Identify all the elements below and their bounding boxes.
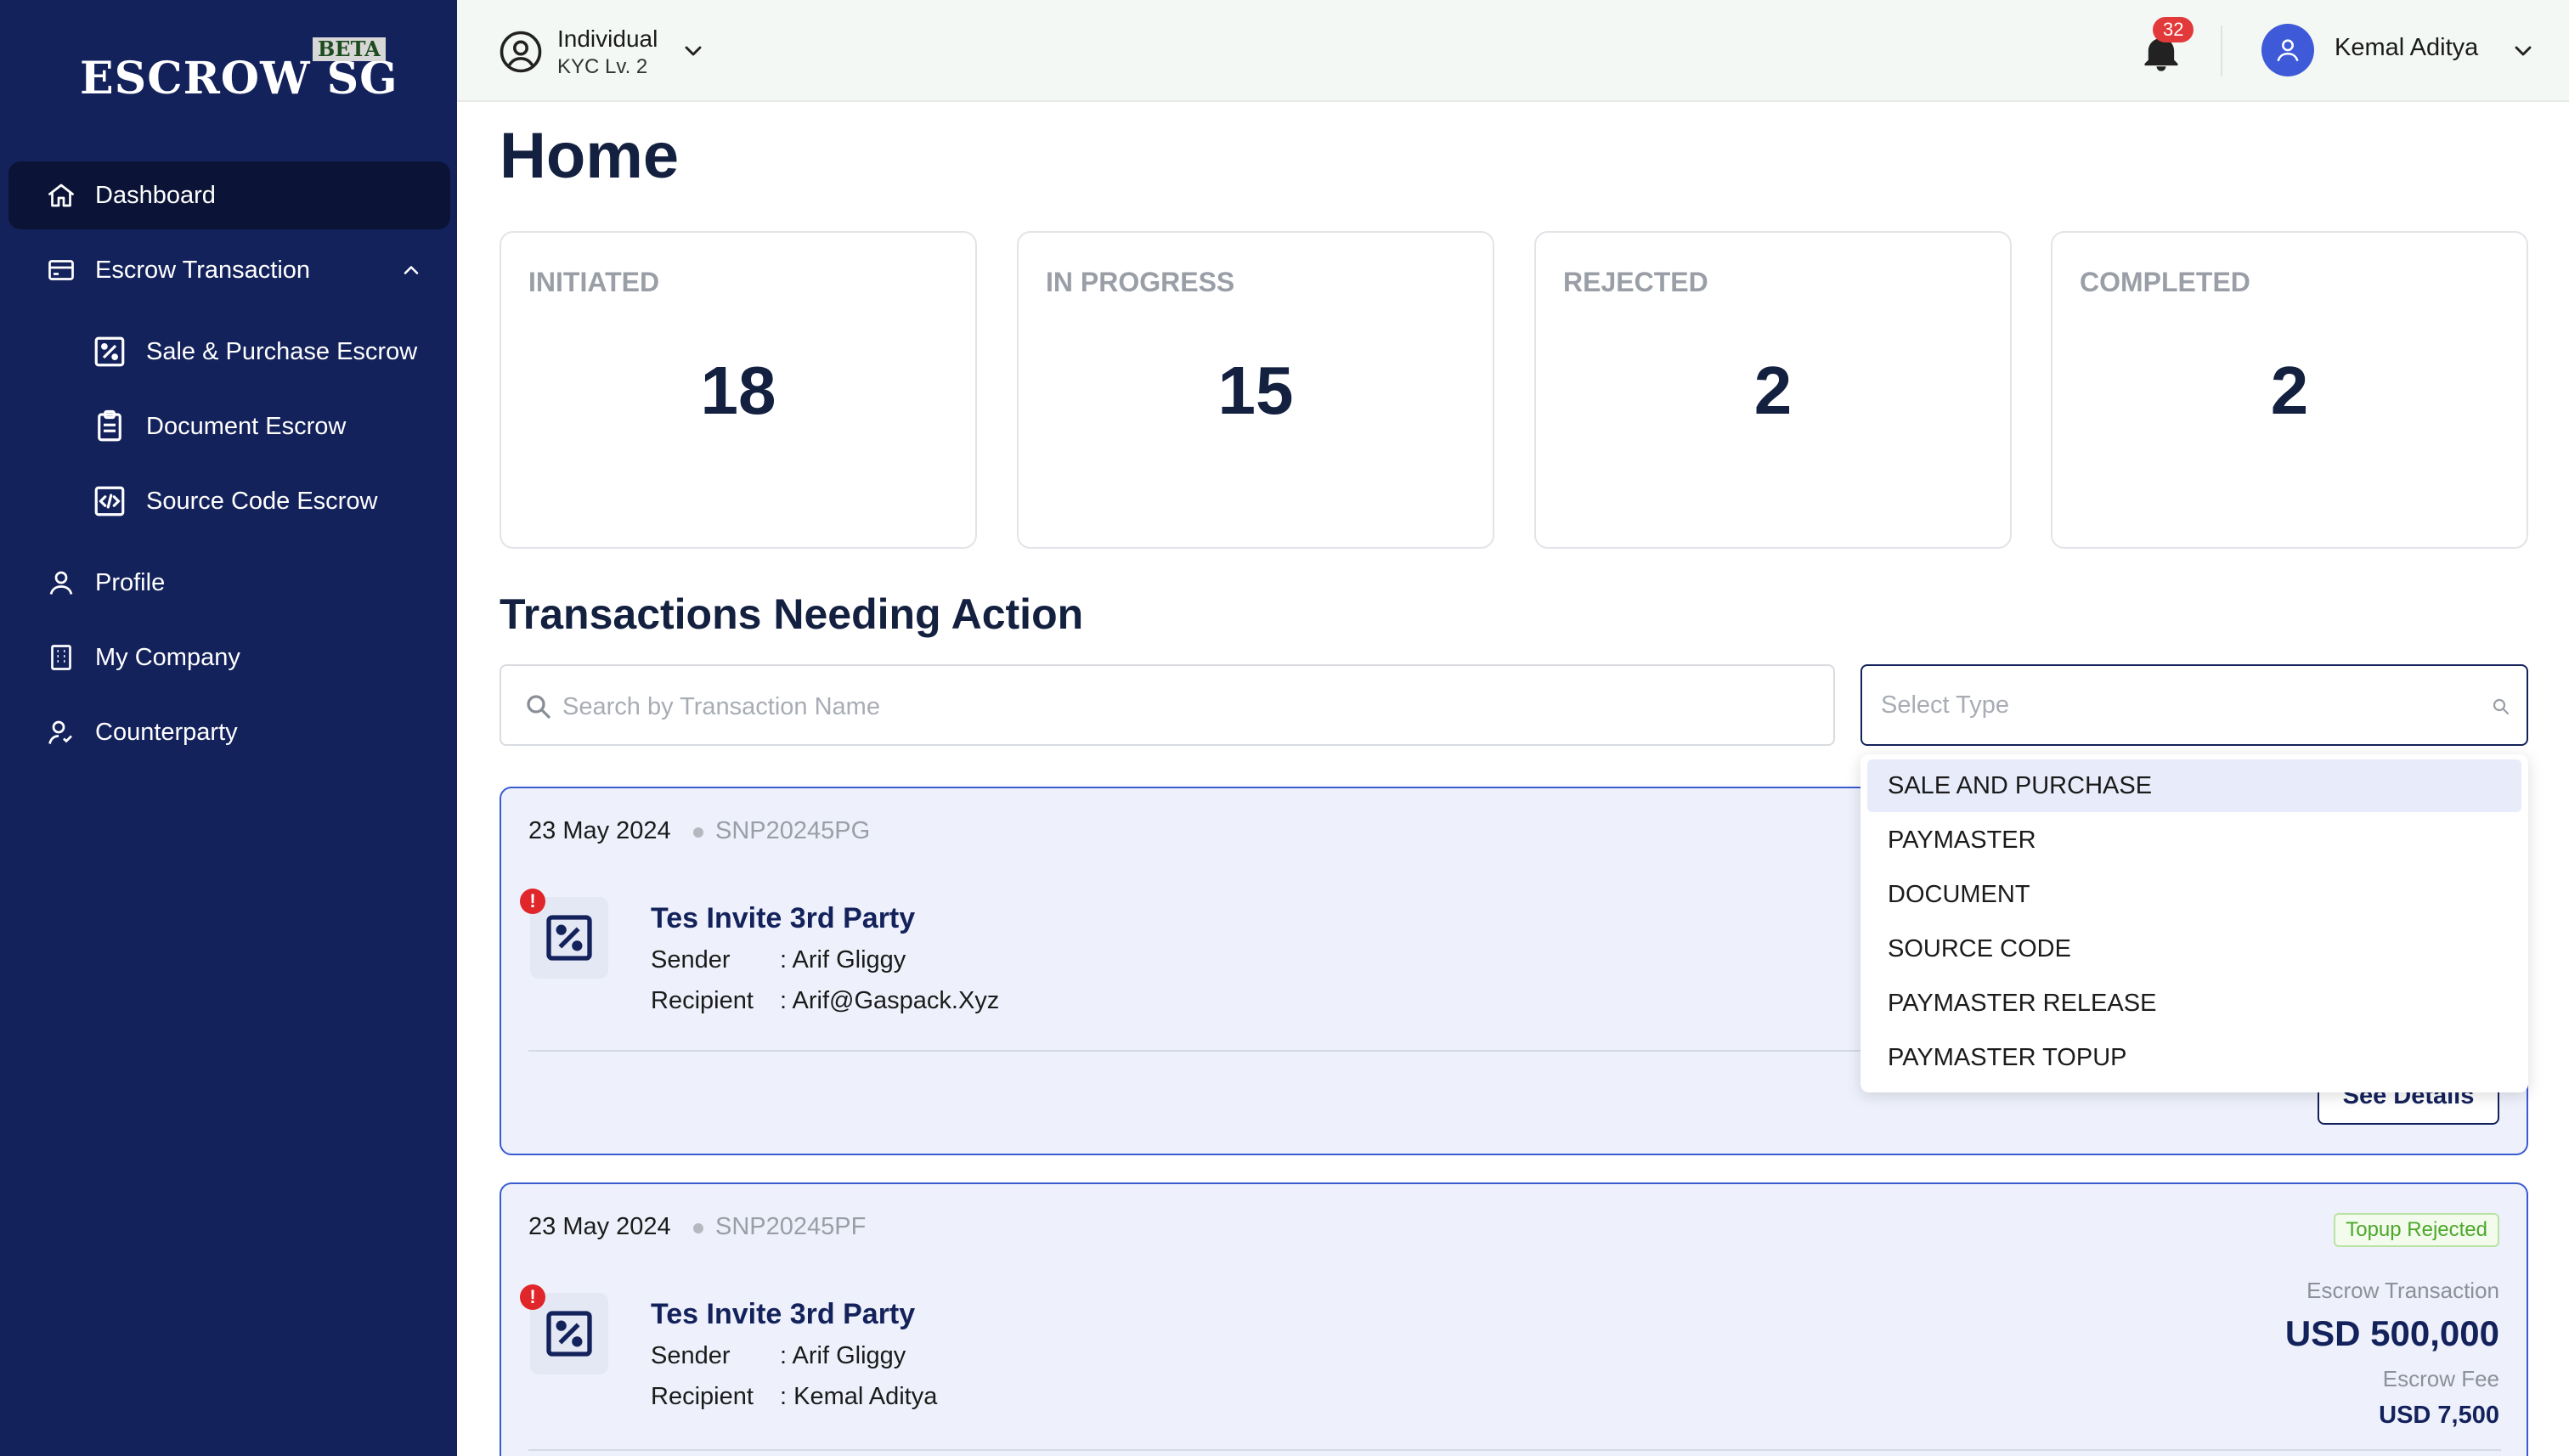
dropdown-option[interactable]: PAYMASTER RELEASE: [1867, 977, 2521, 1030]
sidebar-item-label: Profile: [95, 568, 166, 596]
chevron-down-icon[interactable]: [680, 37, 707, 65]
chevron-down-icon[interactable]: [2510, 37, 2537, 65]
separator-dot: [693, 827, 703, 838]
card-divider: [528, 1449, 2501, 1451]
dropdown-option[interactable]: SOURCE CODE: [1867, 923, 2521, 975]
search-input[interactable]: [562, 683, 1803, 731]
recipient-label: Recipient: [651, 1383, 754, 1410]
sidebar-item-dashboard[interactable]: Dashboard: [8, 161, 450, 229]
recipient-label: Recipient: [651, 987, 754, 1014]
stat-value: 2: [1753, 353, 1793, 428]
sidebar-item-label: Document Escrow: [146, 412, 347, 440]
code-box-icon: [94, 486, 125, 516]
transaction-name[interactable]: Tes Invite 3rd Party: [651, 902, 915, 935]
recipient-row: Recipient : Arif@Gaspack.Xyz: [651, 987, 999, 1015]
separator-dot: [693, 1223, 703, 1233]
dropdown-option[interactable]: SALE AND PURCHASE: [1867, 759, 2521, 812]
stat-card-completed[interactable]: COMPLETED 2: [2051, 231, 2528, 549]
chevron-up-icon[interactable]: [399, 258, 423, 282]
fee-value: USD 7,500: [2379, 1402, 2499, 1429]
stat-label: IN PROGRESS: [1046, 267, 1235, 297]
stat-card-rejected[interactable]: REJECTED 2: [1534, 231, 2012, 549]
divider: [2221, 25, 2222, 76]
recipient-value: : Arif@Gaspack.Xyz: [780, 987, 1000, 1014]
transaction-name[interactable]: Tes Invite 3rd Party: [651, 1298, 915, 1331]
sidebar: ESCROW SG BETA Dashboard Escrow Transact…: [0, 0, 457, 1456]
card-icon: [48, 260, 74, 280]
user-name[interactable]: Kemal Aditya: [2335, 34, 2478, 62]
stat-value: 15: [1217, 353, 1294, 428]
search-icon: [2493, 698, 2510, 715]
transaction-card[interactable]: 23 May 2024 SNP20245PF Topup Rejected ! …: [500, 1182, 2528, 1456]
home-icon: [48, 183, 74, 207]
beta-badge: BETA: [313, 37, 386, 61]
recipient-row: Recipient : Kemal Aditya: [651, 1383, 937, 1411]
amount-label: Escrow Transaction: [2306, 1278, 2499, 1303]
transaction-date: 23 May 2024: [528, 1213, 671, 1240]
fee-label: Escrow Fee: [2382, 1366, 2499, 1391]
building-icon: [51, 645, 71, 670]
stat-label: REJECTED: [1563, 267, 1708, 297]
stat-value: 2: [2270, 353, 2309, 428]
sidebar-item-label: Sale & Purchase Escrow: [146, 337, 418, 365]
sidebar-item-document-escrow[interactable]: Document Escrow: [8, 392, 450, 460]
alert-icon: !: [520, 1284, 545, 1310]
sidebar-item-source-code-escrow[interactable]: Source Code Escrow: [8, 467, 450, 535]
transaction-date: 23 May 2024: [528, 817, 671, 844]
stat-card-initiated[interactable]: INITIATED 18: [500, 231, 977, 549]
user-icon: [49, 571, 73, 595]
search-icon: [527, 695, 550, 719]
sidebar-item-label: Counterparty: [95, 718, 238, 746]
sender-label: Sender: [651, 1342, 731, 1369]
avatar[interactable]: [2261, 24, 2314, 76]
dropdown-option[interactable]: PAYMASTER: [1867, 814, 2521, 866]
section-title: Transactions Needing Action: [500, 590, 1084, 638]
sidebar-item-escrow-transaction[interactable]: Escrow Transaction: [8, 236, 450, 304]
recipient-value: : Kemal Aditya: [780, 1383, 938, 1410]
sender-value: : Arif Gliggy: [780, 1342, 906, 1369]
percent-box-icon: [546, 1311, 592, 1357]
sender-label: Sender: [651, 946, 731, 973]
sidebar-item-profile[interactable]: Profile: [8, 549, 450, 617]
stat-value: 18: [700, 353, 776, 428]
sidebar-item-label: Dashboard: [95, 181, 216, 209]
stat-card-in-progress[interactable]: IN PROGRESS 15: [1017, 231, 1494, 549]
percent-box-icon: [94, 336, 125, 367]
sender-row: Sender : Arif Gliggy: [651, 946, 906, 974]
sender-row: Sender : Arif Gliggy: [651, 1342, 906, 1370]
amount-value: USD 500,000: [2284, 1313, 2499, 1353]
notification-count: 32: [2153, 17, 2194, 42]
user-icon: [2277, 39, 2299, 62]
percent-box-icon: [546, 915, 592, 961]
dropdown-option[interactable]: PAYMASTER TOPUP: [1867, 1031, 2521, 1084]
sidebar-item-label: My Company: [95, 643, 240, 671]
sidebar-item-sale-purchase-escrow[interactable]: Sale & Purchase Escrow: [8, 318, 450, 386]
status-badge: Topup Rejected: [2334, 1213, 2499, 1247]
account-type: Individual: [557, 25, 658, 52]
transaction-code: SNP20245PF: [715, 1213, 867, 1240]
user-circle-icon: [500, 31, 542, 73]
page-title: Home: [500, 120, 680, 192]
stat-label: COMPLETED: [2080, 267, 2250, 297]
type-dropdown-menu: SALE AND PURCHASE PAYMASTER DOCUMENT SOU…: [1860, 754, 2528, 1092]
search-box[interactable]: [500, 664, 1835, 746]
topbar: Individual KYC Lv. 2 32 Kemal Aditya: [457, 0, 2569, 102]
alert-icon: !: [520, 889, 545, 914]
kyc-level: KYC Lv. 2: [557, 55, 648, 78]
sidebar-item-label: Escrow Transaction: [95, 256, 311, 284]
transaction-code: SNP20245PG: [715, 817, 871, 844]
sender-value: : Arif Gliggy: [780, 946, 906, 973]
select-placeholder: Select Type: [1881, 691, 2010, 719]
account-switcher[interactable]: Individual KYC Lv. 2: [498, 24, 658, 80]
dropdown-option[interactable]: DOCUMENT: [1867, 868, 2521, 921]
users-icon: [48, 720, 72, 744]
sidebar-item-counterparty[interactable]: Counterparty: [8, 698, 450, 766]
sidebar-item-my-company[interactable]: My Company: [8, 624, 450, 691]
clipboard-icon: [98, 409, 121, 442]
type-select[interactable]: Select Type: [1860, 664, 2528, 746]
stat-label: INITIATED: [528, 267, 660, 297]
sidebar-item-label: Source Code Escrow: [146, 487, 378, 515]
